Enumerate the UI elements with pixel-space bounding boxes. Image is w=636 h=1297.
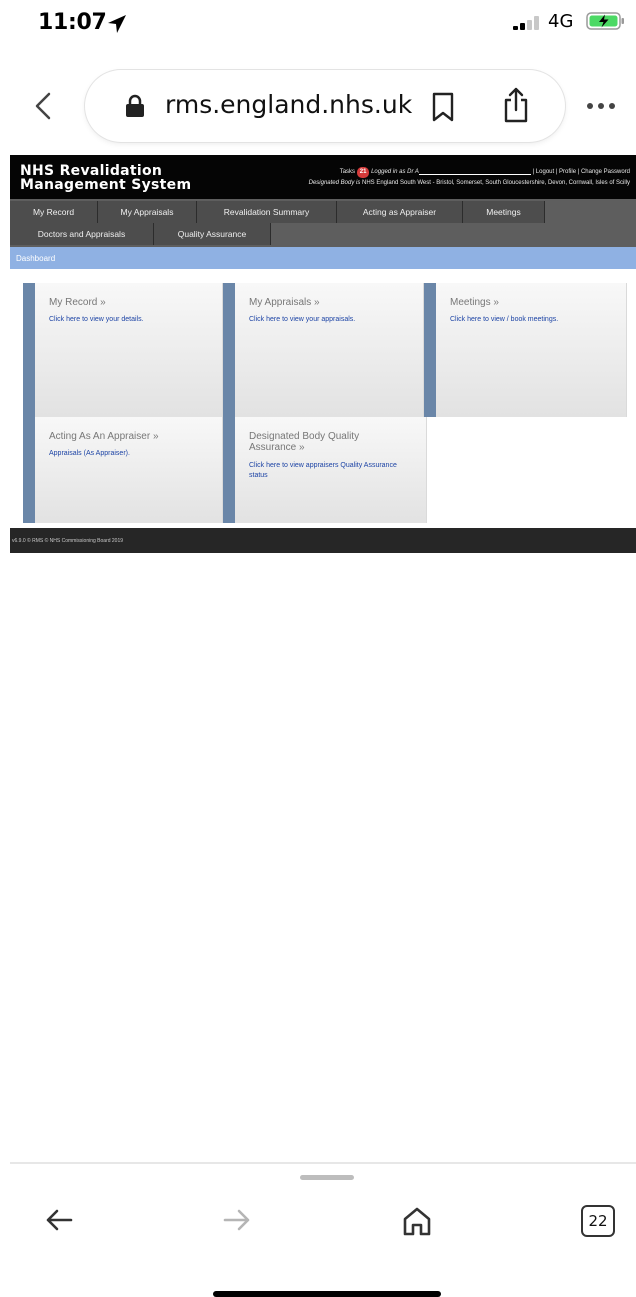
designated-body-label: Designated Body is (308, 180, 361, 186)
tabs-icon[interactable]: 22 (581, 1205, 615, 1237)
dashboard-tiles: My Record » Click here to view your deta… (10, 269, 636, 523)
nav-revalidation-summary[interactable]: Revalidation Summary (197, 201, 337, 223)
tile-my-appraisals[interactable]: My Appraisals » Click here to view your … (223, 283, 424, 417)
change-password-link[interactable]: | Change Password (578, 169, 630, 175)
tile-title[interactable]: Acting As An Appraiser » (49, 431, 159, 442)
nav-my-record[interactable]: My Record (10, 201, 98, 223)
rms-user-meta: Tasks 21 Logged in as Dr A | Logout | Pr… (309, 167, 630, 189)
tile-acting-as-appraiser[interactable]: Acting As An Appraiser » Appraisals (As … (23, 417, 223, 523)
nav-quality-assurance[interactable]: Quality Assurance (154, 223, 271, 245)
rms-logo-line1: NHS Revalidation (20, 163, 163, 179)
tile-link[interactable]: Appraisals (As Appraiser). (49, 449, 130, 459)
network-type: 4G (548, 11, 574, 32)
rms-logo-line2: Management System (20, 177, 192, 193)
bookmark-icon[interactable] (431, 92, 455, 122)
tile-title[interactable]: Designated Body Quality Assurance » (249, 431, 399, 453)
status-bar: 11:07 4G (0, 0, 636, 50)
nav-meetings[interactable]: Meetings (463, 201, 545, 223)
cellular-signal-icon (513, 16, 543, 30)
url-text: rms.england.nhs.uk (165, 90, 413, 119)
profile-link[interactable]: | Profile (556, 169, 576, 175)
lock-icon (126, 94, 144, 117)
redacted-name (418, 168, 531, 175)
status-time: 11:07 (38, 10, 107, 35)
battery-charging-icon (586, 12, 624, 30)
tile-link[interactable]: Click here to view your appraisals. (249, 315, 355, 325)
arrow-right-icon[interactable] (222, 1205, 252, 1235)
rms-page: NHS Revalidation Management System Tasks… (10, 155, 636, 553)
breadcrumb[interactable]: Dashboard (10, 247, 636, 269)
chevron-left-icon[interactable] (34, 92, 52, 120)
more-dots-icon[interactable] (586, 102, 616, 110)
nav-row-2: Doctors and Appraisals Quality Assurance (10, 223, 271, 245)
toolbar-divider (10, 1162, 636, 1164)
logged-in-label: Logged in as Dr A (371, 169, 419, 175)
tile-link[interactable]: Click here to view / book meetings. (450, 315, 558, 325)
rms-logo[interactable]: NHS Revalidation Management System (20, 164, 191, 192)
logout-link[interactable]: | Logout (533, 169, 555, 175)
toolbar-grabber[interactable] (300, 1175, 354, 1180)
rms-footer: v6.9.0 © RMS © NHS Commissioning Board 2… (10, 528, 636, 553)
home-icon[interactable] (401, 1205, 433, 1237)
tasks-count-badge[interactable]: 21 (356, 167, 370, 178)
arrow-left-icon[interactable] (44, 1205, 74, 1235)
nav-my-appraisals[interactable]: My Appraisals (98, 201, 197, 223)
tile-title[interactable]: My Appraisals » (249, 297, 320, 308)
tile-title[interactable]: Meetings » (450, 297, 499, 308)
rms-main-nav: My Record My Appraisals Revalidation Sum… (10, 199, 636, 247)
nav-doctors-and-appraisals[interactable]: Doctors and Appraisals (10, 223, 154, 245)
tile-title[interactable]: My Record » (49, 297, 106, 308)
tasks-link[interactable]: Tasks (340, 169, 355, 175)
designated-body-value: NHS England South West - Bristol, Somers… (362, 180, 630, 186)
nav-row-1: My Record My Appraisals Revalidation Sum… (10, 201, 545, 223)
home-indicator (213, 1291, 441, 1297)
share-icon[interactable] (501, 86, 531, 124)
tile-link[interactable]: Click here to view appraisers Quality As… (249, 461, 409, 481)
tile-meetings[interactable]: Meetings » Click here to view / book mee… (424, 283, 627, 417)
tile-designated-body-qa[interactable]: Designated Body Quality Assurance » Clic… (223, 417, 427, 523)
nav-acting-as-appraiser[interactable]: Acting as Appraiser (337, 201, 463, 223)
location-arrow-icon (108, 15, 126, 33)
rms-header: NHS Revalidation Management System Tasks… (10, 155, 636, 199)
url-field[interactable]: rms.england.nhs.uk (85, 70, 565, 142)
tile-link[interactable]: Click here to view your details. (49, 315, 144, 325)
browser-address-bar: rms.england.nhs.uk (0, 66, 636, 146)
tile-my-record[interactable]: My Record » Click here to view your deta… (23, 283, 223, 417)
